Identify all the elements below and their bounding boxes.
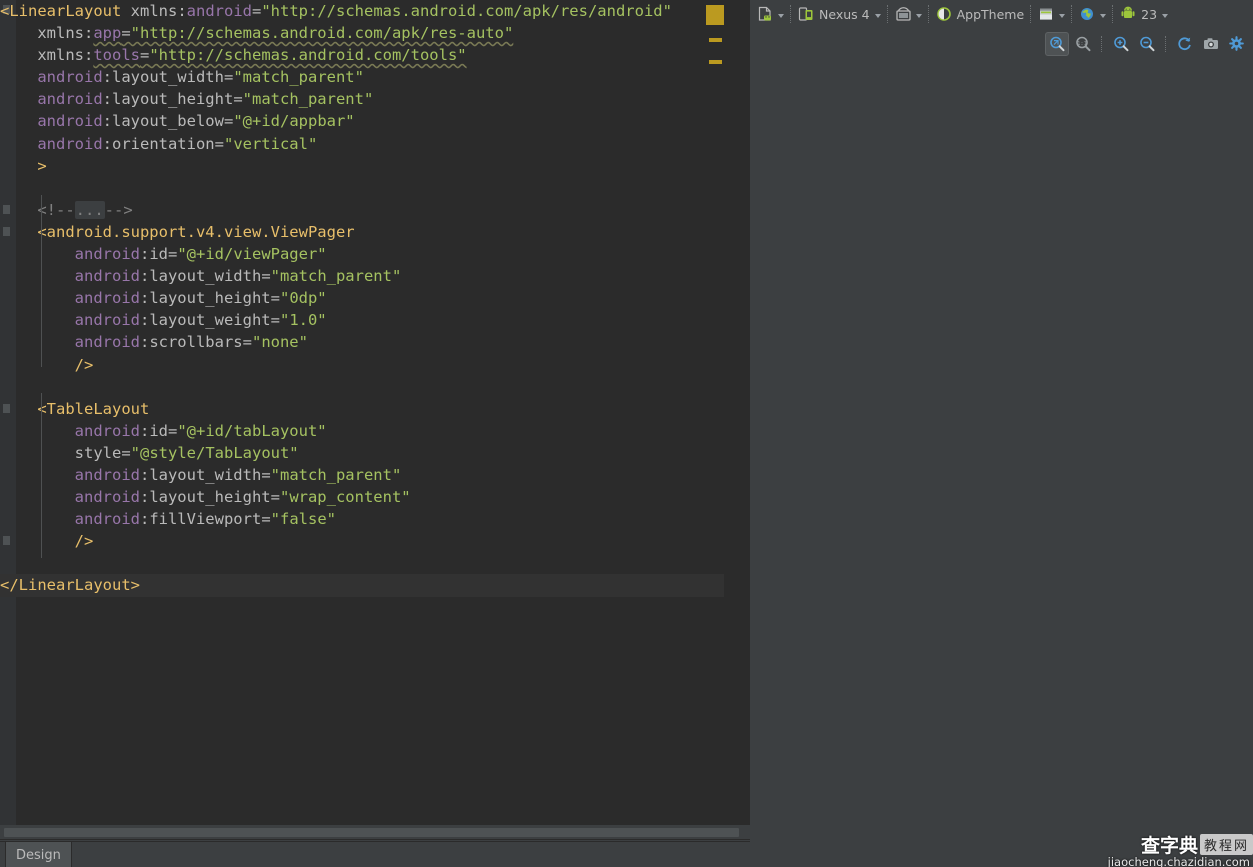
zoom-in-button[interactable] bbox=[1109, 32, 1133, 56]
watermark-badge: 教程网 bbox=[1199, 833, 1253, 855]
chevron-down-icon bbox=[1162, 14, 1169, 18]
chevron-down-icon bbox=[874, 14, 881, 18]
collapsed-comment-fold[interactable]: ... bbox=[74, 200, 105, 219]
error-stripe[interactable] bbox=[706, 0, 724, 825]
code-line[interactable]: <!--...--> bbox=[0, 199, 724, 221]
code-line[interactable]: android:layout_width="match_parent" bbox=[0, 464, 724, 486]
code-line[interactable]: android:layout_width="match_parent" bbox=[0, 66, 724, 88]
gear-icon bbox=[1229, 36, 1244, 51]
code-line[interactable]: <TableLayout bbox=[0, 398, 724, 420]
preview-toolbar: Nexus 4 AppTheme 23 bbox=[750, 0, 1253, 28]
code-line[interactable]: android:id="@+id/viewPager" bbox=[0, 243, 724, 265]
code-line[interactable] bbox=[0, 552, 724, 574]
code-line[interactable]: /> bbox=[0, 354, 724, 376]
code-line[interactable]: </LinearLayout> bbox=[0, 574, 724, 597]
xml-editor-pane: <LinearLayout xmlns:android="http://sche… bbox=[0, 0, 750, 867]
toolbar-separator bbox=[1071, 5, 1073, 23]
code-line[interactable]: /> bbox=[0, 530, 724, 552]
zoom-out-icon bbox=[1140, 36, 1155, 52]
editor-mode-tabs: Design bbox=[0, 841, 750, 867]
watermark-url: jiaocheng.chazidian.com bbox=[1107, 855, 1250, 867]
layout-file-icon bbox=[757, 6, 773, 22]
android-studio-layout-editor: <LinearLayout xmlns:android="http://sche… bbox=[0, 0, 1253, 867]
chevron-down-icon bbox=[778, 14, 784, 18]
android-api-icon bbox=[1120, 6, 1136, 22]
code-line[interactable]: android:fillViewport="false" bbox=[0, 508, 724, 530]
code-line[interactable] bbox=[0, 177, 724, 199]
zoom-out-button[interactable] bbox=[1135, 32, 1159, 56]
api-level-label: 23 bbox=[1141, 6, 1158, 22]
toolbar-separator bbox=[1165, 36, 1167, 52]
settings-button[interactable] bbox=[1225, 32, 1249, 56]
watermark: 查字典 教程网 jiaocheng.chazidian.com bbox=[1101, 833, 1253, 867]
api-level-selector[interactable]: 23 bbox=[1117, 3, 1171, 25]
code-line[interactable]: android:layout_height="match_parent" bbox=[0, 88, 724, 110]
theme-selector[interactable]: AppTheme bbox=[933, 3, 1028, 25]
toolbar-separator bbox=[886, 5, 889, 23]
svg-text:1:1: 1:1 bbox=[1077, 41, 1087, 47]
tab-design[interactable]: Design bbox=[5, 842, 72, 867]
code-line[interactable]: android:layout_below="@+id/appbar" bbox=[0, 110, 724, 132]
code-line[interactable]: xmlns:app="http://schemas.android.com/ap… bbox=[0, 22, 724, 44]
toolbar-separator bbox=[790, 5, 792, 23]
editor-bottom-bar: Design bbox=[0, 825, 750, 867]
device-selector-label: Nexus 4 bbox=[819, 6, 870, 22]
layout-file-selector[interactable] bbox=[754, 3, 787, 25]
zoom-fit-icon bbox=[1050, 36, 1065, 52]
toolbar-separator bbox=[1030, 5, 1032, 23]
warning-stripe-marker[interactable] bbox=[709, 60, 722, 64]
toolbar-separator bbox=[1101, 36, 1103, 52]
zoom-actual-size-button[interactable]: 1:1 bbox=[1071, 32, 1095, 56]
chevron-down-icon bbox=[915, 14, 922, 18]
code-line[interactable]: android:layout_height="0dp" bbox=[0, 287, 724, 309]
code-line[interactable]: <LinearLayout xmlns:android="http://sche… bbox=[0, 0, 724, 22]
toolbar-separator bbox=[927, 5, 930, 23]
code-editor-area[interactable]: <LinearLayout xmlns:android="http://sche… bbox=[0, 0, 724, 825]
zoom-in-icon bbox=[1114, 36, 1129, 52]
code-line[interactable]: android:layout_width="match_parent" bbox=[0, 265, 724, 287]
locale-selector[interactable] bbox=[1076, 3, 1109, 25]
activity-selector[interactable] bbox=[1035, 3, 1068, 25]
warning-stripe-marker[interactable] bbox=[706, 5, 724, 25]
source-code-text[interactable]: <LinearLayout xmlns:android="http://sche… bbox=[0, 0, 724, 597]
code-line[interactable]: android:scrollbars="none" bbox=[0, 331, 724, 353]
theme-selector-label: AppTheme bbox=[956, 6, 1025, 22]
locale-globe-icon bbox=[1079, 6, 1095, 22]
device-icon bbox=[798, 6, 814, 22]
indent-guide bbox=[41, 393, 42, 558]
horizontal-scrollbar[interactable] bbox=[0, 825, 750, 840]
screenshot-button[interactable] bbox=[1199, 32, 1223, 56]
code-line[interactable]: android:layout_height="wrap_content" bbox=[0, 486, 724, 508]
device-selector[interactable]: Nexus 4 bbox=[795, 3, 884, 25]
horizontal-scrollbar-thumb[interactable] bbox=[4, 828, 739, 837]
toolbar-separator bbox=[1112, 5, 1114, 23]
code-line[interactable] bbox=[0, 376, 724, 398]
zoom-to-fit-button[interactable] bbox=[1045, 32, 1069, 56]
preview-zoom-toolbar: 1:1 bbox=[1045, 30, 1249, 58]
indent-guide bbox=[41, 195, 42, 367]
theme-icon bbox=[936, 6, 952, 22]
tab-design-label: Design bbox=[16, 847, 61, 863]
code-line[interactable]: android:layout_weight="1.0" bbox=[0, 309, 724, 331]
zoom-1to1-icon: 1:1 bbox=[1076, 36, 1091, 52]
code-line[interactable]: > bbox=[0, 155, 724, 177]
code-line[interactable]: android:id="@+id/tabLayout" bbox=[0, 420, 724, 442]
code-line[interactable]: <android.support.v4.view.ViewPager bbox=[0, 221, 724, 243]
activity-icon bbox=[1038, 6, 1054, 22]
code-line[interactable]: style="@style/TabLayout" bbox=[0, 442, 724, 464]
chevron-down-icon bbox=[1059, 14, 1066, 18]
warning-stripe-marker[interactable] bbox=[709, 38, 722, 42]
camera-icon bbox=[1204, 38, 1218, 49]
design-preview-pane: Nexus 4 AppTheme 23 1:1 查字典 教程网 jiaochen… bbox=[750, 0, 1253, 867]
orientation-selector[interactable] bbox=[892, 3, 925, 25]
code-line[interactable]: android:orientation="vertical" bbox=[0, 133, 724, 155]
orientation-icon bbox=[895, 6, 911, 22]
chevron-down-icon bbox=[1100, 14, 1107, 18]
refresh-button[interactable] bbox=[1173, 32, 1197, 56]
watermark-title: 查字典 bbox=[1140, 834, 1198, 857]
code-line[interactable]: xmlns:tools="http://schemas.android.com/… bbox=[0, 44, 724, 66]
refresh-icon bbox=[1178, 37, 1191, 51]
